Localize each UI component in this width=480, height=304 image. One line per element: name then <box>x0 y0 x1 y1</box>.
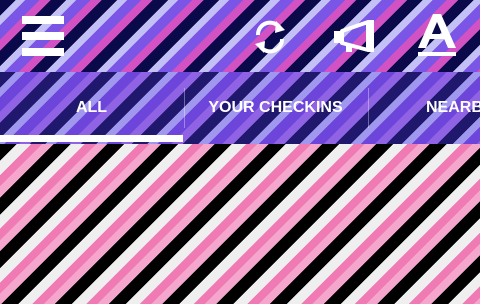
app-bar <box>0 0 480 72</box>
content-area[interactable] <box>0 144 480 304</box>
tab-your-checkins[interactable]: YOUR CHECKINS <box>184 72 367 144</box>
font-icon[interactable] <box>416 14 458 58</box>
megaphone-icon[interactable] <box>332 18 378 54</box>
tabs: ALL YOUR CHECKINS NEARB <box>0 72 480 144</box>
refresh-icon[interactable] <box>252 18 288 56</box>
tab-nearby[interactable]: NEARB <box>369 72 480 144</box>
tab-all[interactable]: ALL <box>0 72 183 144</box>
menu-icon[interactable] <box>22 16 66 58</box>
selected-tab-indicator <box>0 135 183 142</box>
